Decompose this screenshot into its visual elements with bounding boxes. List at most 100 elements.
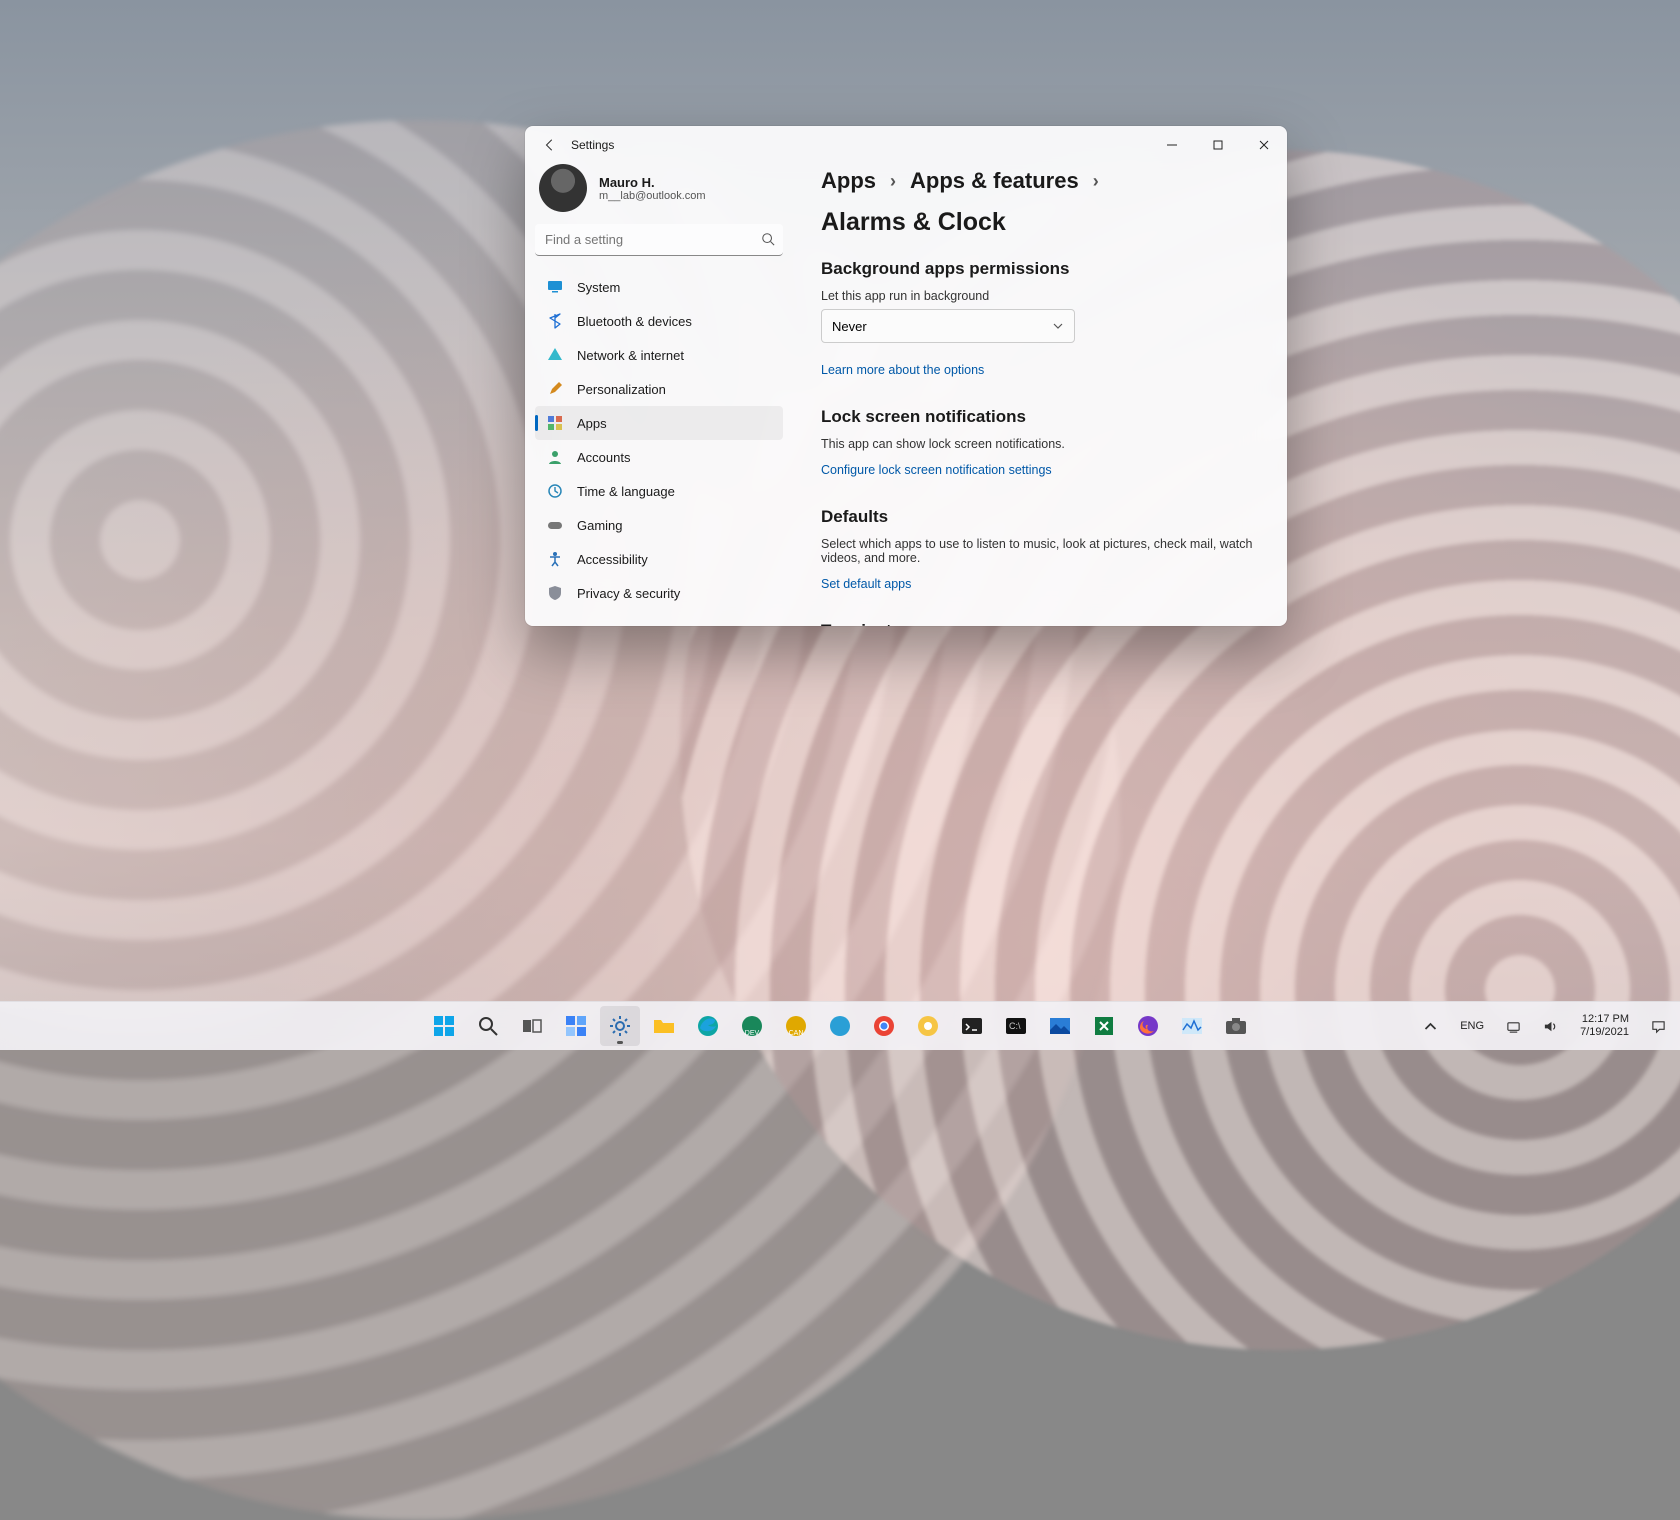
breadcrumb-apps[interactable]: Apps [821,168,876,194]
chrome-icon [872,1014,896,1038]
sidebar-item-apps[interactable]: Apps [535,406,783,440]
display-icon [547,279,563,295]
accessibility-icon [547,551,563,567]
section-heading: Background apps permissions [821,259,1259,279]
search-input[interactable] [535,224,783,256]
user-profile[interactable]: Mauro H. m__lab@outlook.com [535,164,783,224]
folder-icon [652,1014,676,1038]
tray-notifications[interactable] [1645,1015,1672,1038]
taskbar-app-cmd[interactable]: C:\ [996,1006,1036,1046]
sidebar-item-gaming[interactable]: Gaming [535,508,783,542]
taskbar-app-edge-dev[interactable]: DEV [732,1006,772,1046]
sidebar-item-system[interactable]: System [535,270,783,304]
sidebar-item-accessibility[interactable]: Accessibility [535,542,783,576]
start-button[interactable] [424,1006,464,1046]
taskbar-app-settings[interactable] [600,1006,640,1046]
sidebar-item-personalization[interactable]: Personalization [535,372,783,406]
sidebar-item-accounts[interactable]: Accounts [535,440,783,474]
chevron-right-icon: › [890,171,896,192]
svg-text:DEV: DEV [745,1030,760,1037]
taskbar-app-firefox[interactable] [1128,1006,1168,1046]
taskbar-app-edge-beta[interactable] [820,1006,860,1046]
edge-icon [696,1014,720,1038]
clock-icon [547,483,563,499]
tray-language[interactable]: ENG [1454,1016,1490,1036]
taskbar-app-edge-can[interactable]: CAN [776,1006,816,1046]
taskbar-app-excel[interactable] [1084,1006,1124,1046]
taskbar-app-photos[interactable] [1040,1006,1080,1046]
taskbar-app-chrome-canary[interactable] [908,1006,948,1046]
maximize-icon [1213,140,1223,150]
tray-overflow-button[interactable] [1417,1015,1444,1038]
task-view-button[interactable] [512,1006,552,1046]
widgets-button[interactable] [556,1006,596,1046]
edge-beta-icon [828,1014,852,1038]
sidebar-item-network[interactable]: Network & internet [535,338,783,372]
arrow-left-icon [543,138,557,152]
sidebar-item-label: Accessibility [577,552,648,567]
excel-icon [1092,1014,1116,1038]
main-content: Apps › Apps & features › Alarms & Clock … [793,164,1287,626]
taskbar-app-camera[interactable] [1216,1006,1256,1046]
sidebar-item-label: Accounts [577,450,630,465]
search-button[interactable] [468,1006,508,1046]
window-title: Settings [571,138,614,152]
shield-icon [547,585,563,601]
network-icon [1506,1019,1521,1034]
section-heading: Defaults [821,507,1259,527]
bg-perm-label: Let this app run in background [821,289,1259,303]
chevron-up-icon [1423,1019,1438,1034]
clock-time: 12:17 PM [1580,1013,1629,1026]
tray-volume[interactable] [1537,1015,1564,1038]
defaults-desc: Select which apps to use to listen to mu… [821,537,1259,565]
search-container [535,224,783,256]
section-heading: Lock screen notifications [821,407,1259,427]
performance-icon [1180,1014,1204,1038]
brush-icon [547,381,563,397]
breadcrumb: Apps › Apps & features › Alarms & Clock [821,168,1259,237]
defaults-section: Defaults Select which apps to use to lis… [821,507,1259,593]
taskbar-app-explorer[interactable] [644,1006,684,1046]
taskbar-app-chrome[interactable] [864,1006,904,1046]
sidebar-item-time[interactable]: Time & language [535,474,783,508]
breadcrumb-apps-features[interactable]: Apps & features [910,168,1079,194]
notification-icon [1651,1019,1666,1034]
taskbar-app-terminal[interactable] [952,1006,992,1046]
sidebar-item-label: Bluetooth & devices [577,314,692,329]
bluetooth-icon [547,313,563,329]
cmd-icon: C:\ [1004,1014,1028,1038]
sidebar-item-label: Time & language [577,484,675,499]
window-controls [1149,129,1287,161]
section-heading: Terminate [821,621,1259,626]
photos-icon [1048,1014,1072,1038]
tray-network[interactable] [1500,1015,1527,1038]
set-default-apps-link[interactable]: Set default apps [821,577,911,591]
system-tray: ENG 12:17 PM 7/19/2021 [1417,1009,1672,1042]
background-permissions-section: Background apps permissions Let this app… [821,259,1259,379]
taskbar-app-monitor[interactable] [1172,1006,1212,1046]
person-icon [547,449,563,465]
learn-more-link[interactable]: Learn more about the options [821,363,984,377]
configure-lock-link[interactable]: Configure lock screen notification setti… [821,463,1052,477]
gear-icon [608,1014,632,1038]
close-button[interactable] [1241,129,1287,161]
minimize-icon [1167,140,1177,150]
wifi-icon [547,347,563,363]
avatar [539,164,587,212]
back-button[interactable] [535,130,565,160]
clock-date: 7/19/2021 [1580,1026,1629,1039]
apps-icon [547,415,563,431]
taskbar: DEV CAN C:\ ENG [0,1001,1680,1050]
sidebar-item-label: Privacy & security [577,586,680,601]
tray-clock[interactable]: 12:17 PM 7/19/2021 [1574,1009,1635,1042]
lock-screen-section: Lock screen notifications This app can s… [821,407,1259,479]
chevron-right-icon: › [1093,171,1099,192]
minimize-button[interactable] [1149,129,1195,161]
bg-perm-select[interactable]: Never [821,309,1075,343]
lock-desc: This app can show lock screen notificati… [821,437,1259,451]
maximize-button[interactable] [1195,129,1241,161]
sidebar-item-privacy[interactable]: Privacy & security [535,576,783,610]
taskbar-app-edge[interactable] [688,1006,728,1046]
svg-text:CAN: CAN [789,1030,804,1037]
sidebar-item-bluetooth[interactable]: Bluetooth & devices [535,304,783,338]
